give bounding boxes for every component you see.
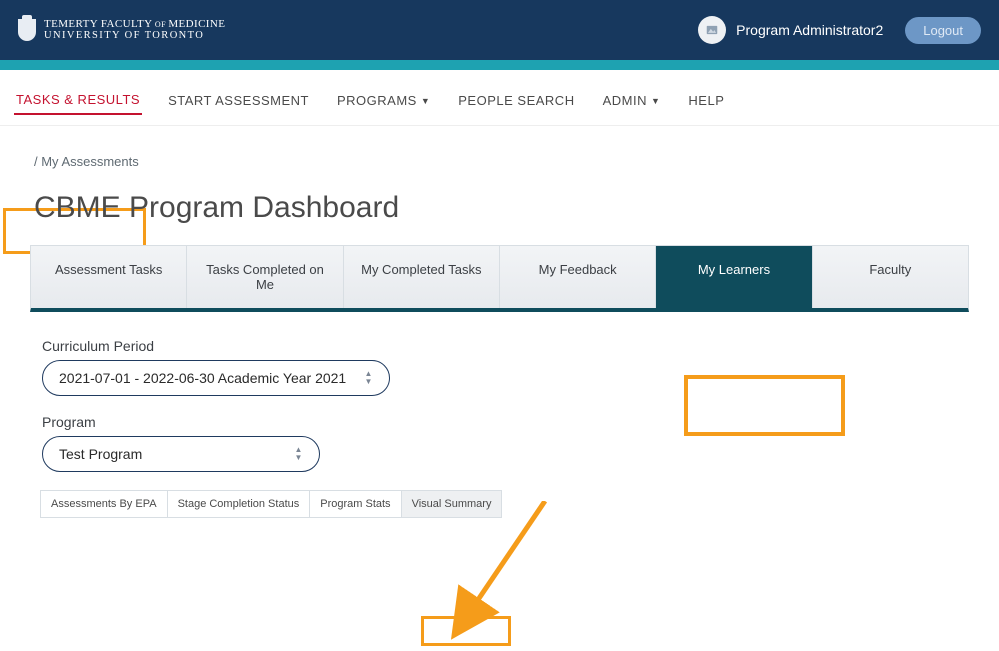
- org-line1a: TEMERTY FACULTY: [44, 18, 153, 30]
- chevron-down-icon: ▼: [421, 96, 430, 106]
- chevron-down-icon: ▼: [651, 96, 660, 106]
- program-select[interactable]: Test Program ▲▼: [42, 436, 320, 472]
- nav-help[interactable]: HELP: [686, 87, 726, 114]
- subtab-program-stats[interactable]: Program Stats: [309, 490, 401, 518]
- nav-programs[interactable]: PROGRAMS ▼: [335, 87, 432, 114]
- org-line2: UNIVERSITY OF TORONTO: [44, 30, 225, 41]
- learner-subtabs: Assessments By EPA Stage Completion Stat…: [40, 490, 969, 518]
- teal-accent-bar: [0, 60, 999, 70]
- avatar-icon[interactable]: [698, 16, 726, 44]
- sort-icon: ▲▼: [364, 371, 373, 385]
- curriculum-period-value: 2021-07-01 - 2022-06-30 Academic Year 20…: [59, 370, 346, 386]
- program-label: Program: [42, 414, 969, 430]
- tab-my-feedback[interactable]: My Feedback: [500, 246, 656, 308]
- org-logo: TEMERTY FACULTY OF MEDICINE UNIVERSITY O…: [18, 19, 225, 42]
- subtab-visual-summary[interactable]: Visual Summary: [401, 490, 503, 518]
- tab-my-completed-tasks[interactable]: My Completed Tasks: [344, 246, 500, 308]
- subtab-assessments-by-epa[interactable]: Assessments By EPA: [40, 490, 168, 518]
- content-area: / My Assessments CBME Program Dashboard …: [0, 126, 999, 518]
- breadcrumb[interactable]: / My Assessments: [34, 154, 969, 169]
- tab-assessment-tasks[interactable]: Assessment Tasks: [31, 246, 187, 308]
- username-label[interactable]: Program Administrator2: [736, 22, 883, 38]
- tab-faculty[interactable]: Faculty: [813, 246, 968, 308]
- nav-programs-label: PROGRAMS: [337, 93, 417, 108]
- annotation-arrow-icon: [450, 501, 570, 651]
- primary-nav: TASKS & RESULTS START ASSESSMENT PROGRAM…: [0, 70, 999, 126]
- nav-tasks-results[interactable]: TASKS & RESULTS: [14, 86, 142, 115]
- tab-my-learners[interactable]: My Learners: [656, 246, 812, 308]
- sort-icon: ▲▼: [294, 447, 303, 461]
- page-title: CBME Program Dashboard: [34, 191, 969, 225]
- dashboard-tabs: Assessment Tasks Tasks Completed on Me M…: [30, 245, 969, 312]
- org-line1b: MEDICINE: [168, 18, 225, 30]
- filters: Curriculum Period 2021-07-01 - 2022-06-3…: [30, 338, 969, 472]
- topbar: TEMERTY FACULTY OF MEDICINE UNIVERSITY O…: [0, 0, 999, 60]
- nav-start-assessment[interactable]: START ASSESSMENT: [166, 87, 311, 114]
- tab-tasks-completed-on-me[interactable]: Tasks Completed on Me: [187, 246, 343, 308]
- org-line1-small: OF: [153, 20, 169, 29]
- shield-icon: [18, 19, 36, 41]
- org-name: TEMERTY FACULTY OF MEDICINE UNIVERSITY O…: [44, 19, 225, 42]
- annotation-highlight: [421, 616, 511, 646]
- curriculum-period-select[interactable]: 2021-07-01 - 2022-06-30 Academic Year 20…: [42, 360, 390, 396]
- nav-people-search[interactable]: PEOPLE SEARCH: [456, 87, 576, 114]
- curriculum-period-label: Curriculum Period: [42, 338, 969, 354]
- nav-admin-label: ADMIN: [603, 93, 647, 108]
- nav-admin[interactable]: ADMIN ▼: [601, 87, 663, 114]
- subtab-stage-completion[interactable]: Stage Completion Status: [167, 490, 311, 518]
- program-value: Test Program: [59, 446, 142, 462]
- logout-button[interactable]: Logout: [905, 17, 981, 44]
